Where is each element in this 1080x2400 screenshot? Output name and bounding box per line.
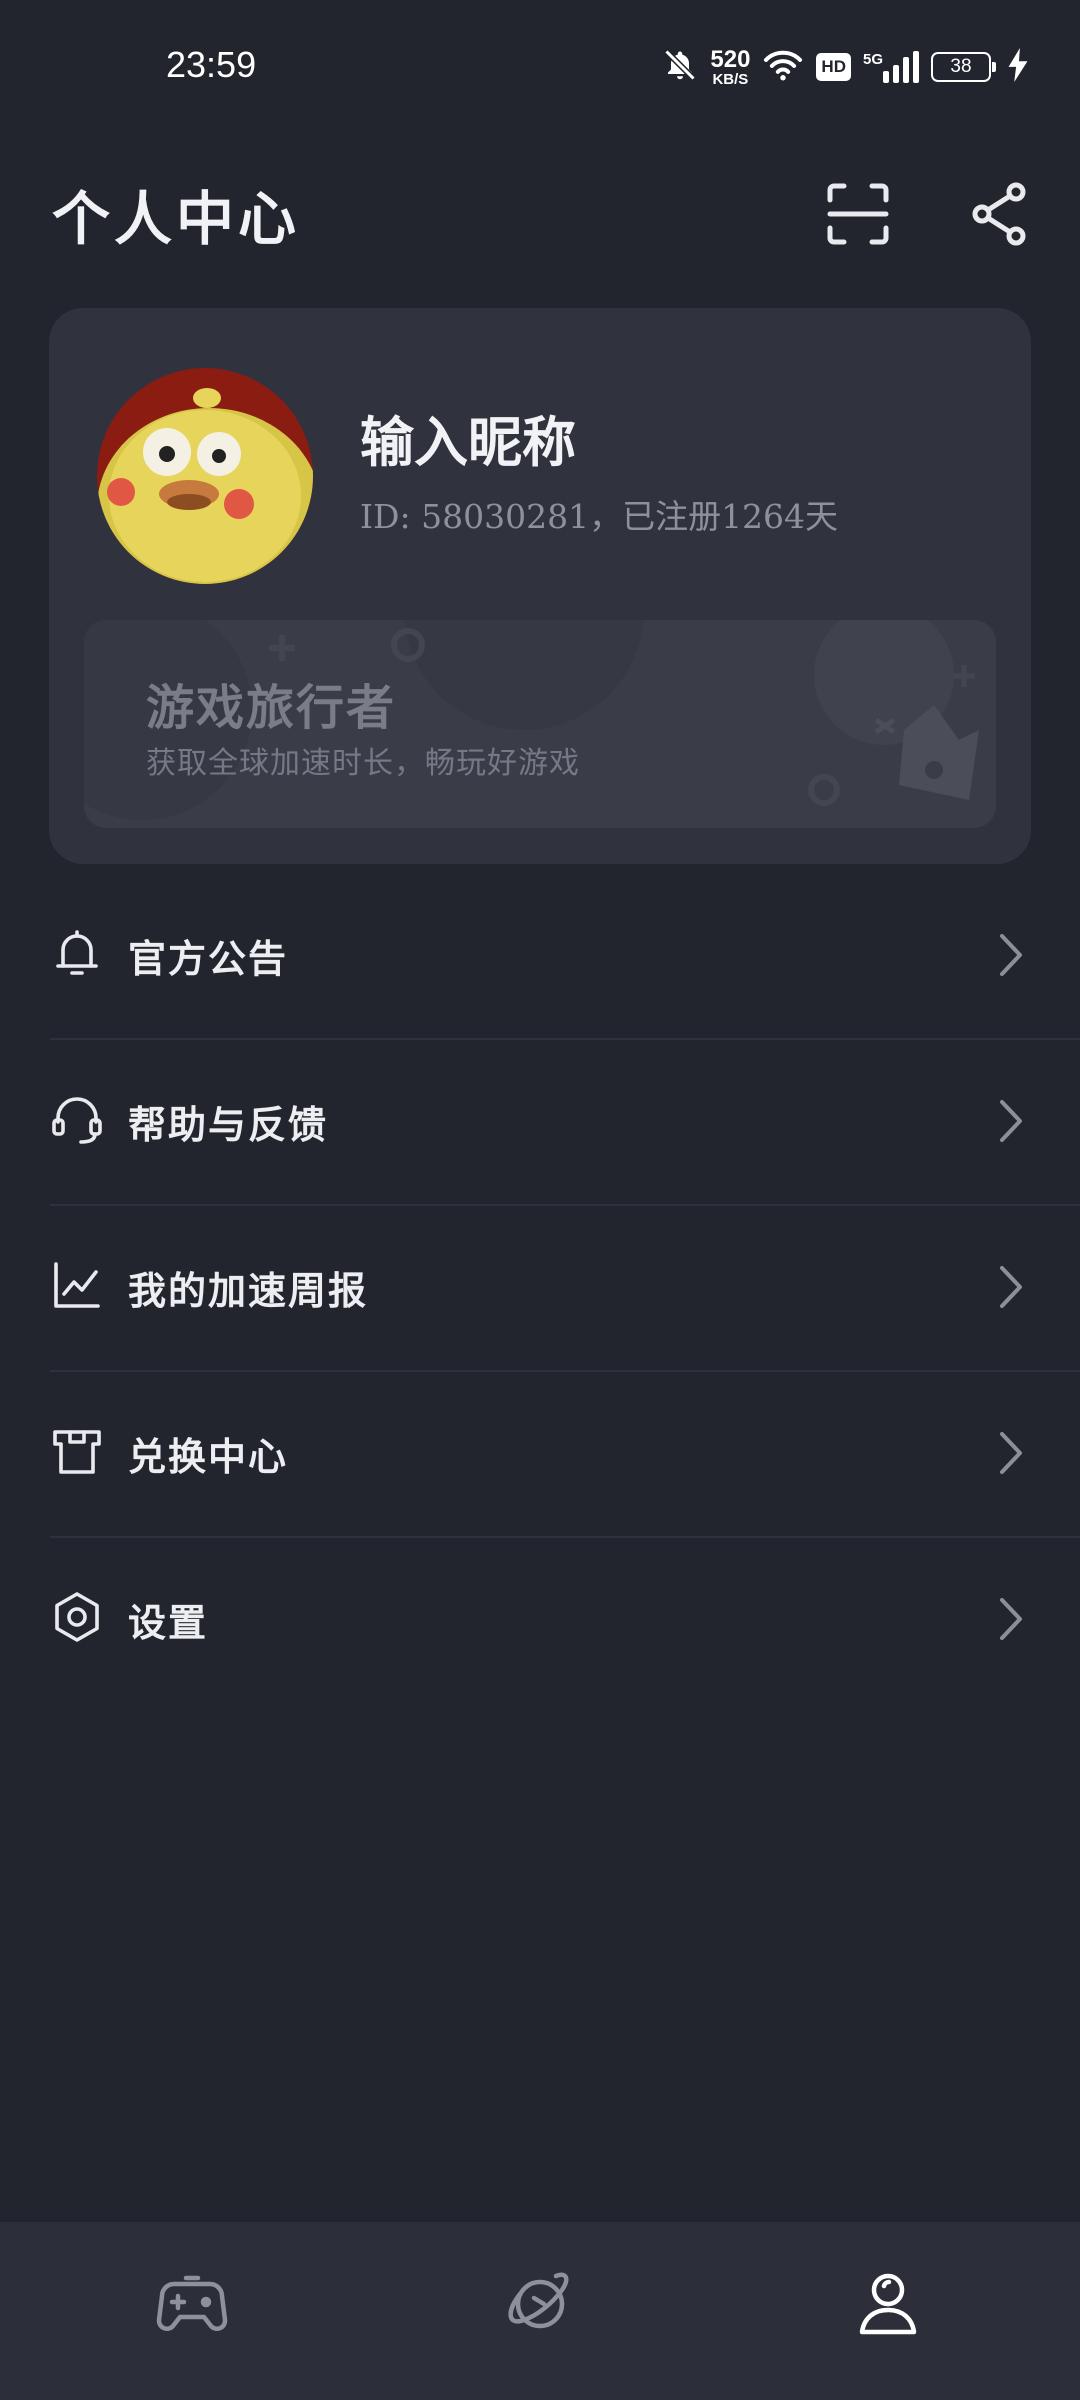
planet-icon	[508, 2272, 569, 2329]
promo-title: 游戏旅行者	[146, 680, 397, 736]
scan-button[interactable]	[824, 180, 892, 248]
chevron-right-icon	[1000, 1432, 1022, 1474]
menu-item-help-feedback[interactable]: 帮助与反馈	[50, 1040, 1080, 1206]
gamepad-icon	[156, 2275, 228, 2331]
nav-games-tab[interactable]	[152, 2264, 232, 2344]
page-title: 个人中心	[52, 185, 301, 253]
battery-level: 38	[931, 52, 991, 82]
chevron-right-icon	[1000, 1100, 1022, 1142]
nav-discover-tab[interactable]	[500, 2264, 580, 2344]
menu-item-announcements[interactable]: 官方公告	[50, 874, 1080, 1040]
promo-banner[interactable]: 游戏旅行者 获取全球加速时长，畅玩好游戏	[84, 620, 996, 828]
menu-label: 兑换中心	[128, 1434, 289, 1479]
bottom-nav	[0, 2222, 1080, 2400]
share-button[interactable]	[966, 180, 1034, 248]
user-id: ID: 58030281，已注册1264天	[360, 497, 839, 536]
avatar[interactable]	[97, 368, 313, 584]
wifi-icon	[762, 48, 804, 87]
status-bar: 23:59 520 KB/S HD 5G 38	[0, 0, 1080, 130]
menu-label: 我的加速周报	[128, 1268, 369, 1313]
signal-icon: 5G	[863, 51, 919, 83]
charging-icon	[1008, 47, 1028, 87]
profile-card[interactable]: 输入昵称 ID: 58030281，已注册1264天 游戏旅行者 获取全球加速时…	[49, 308, 1031, 864]
promo-subtitle: 获取全球加速时长，畅玩好游戏	[146, 746, 580, 781]
nickname[interactable]: 输入昵称	[360, 398, 576, 477]
hexagon-settings-icon	[50, 1590, 104, 1644]
mute-bell-icon	[662, 47, 698, 88]
status-icons: 520 KB/S HD 5G 38	[662, 42, 1028, 92]
line-chart-icon	[50, 1258, 104, 1312]
battery-icon: 38	[931, 52, 996, 82]
chevron-right-icon	[1000, 1266, 1022, 1308]
menu-item-settings[interactable]: 设置	[50, 1538, 1080, 1702]
headset-icon	[50, 1092, 104, 1146]
menu-label: 官方公告	[128, 936, 289, 981]
speed-value: 520	[710, 45, 751, 73]
menu-label: 帮助与反馈	[128, 1102, 329, 1147]
menu-label: 设置	[128, 1600, 209, 1645]
chevron-right-icon	[1000, 934, 1022, 976]
nav-profile-tab[interactable]	[848, 2264, 928, 2344]
speed-unit: KB/S	[712, 70, 749, 88]
network-speed: 520 KB/S	[710, 45, 751, 88]
status-time: 23:59	[166, 44, 257, 85]
scan-icon	[827, 183, 889, 245]
menu-list: 官方公告 帮助与反馈 我的加速周报 兑换中心 设置	[0, 874, 1080, 1702]
share-icon	[972, 182, 1026, 246]
bell-icon	[50, 926, 104, 980]
menu-item-weekly-report[interactable]: 我的加速周报	[50, 1206, 1080, 1372]
shirt-icon	[50, 1424, 104, 1478]
network-type: 5G	[862, 51, 883, 68]
menu-item-redeem-center[interactable]: 兑换中心	[50, 1372, 1080, 1538]
hd-badge: HD	[816, 53, 851, 81]
person-icon	[859, 2273, 917, 2335]
chevron-right-icon	[1000, 1598, 1022, 1640]
